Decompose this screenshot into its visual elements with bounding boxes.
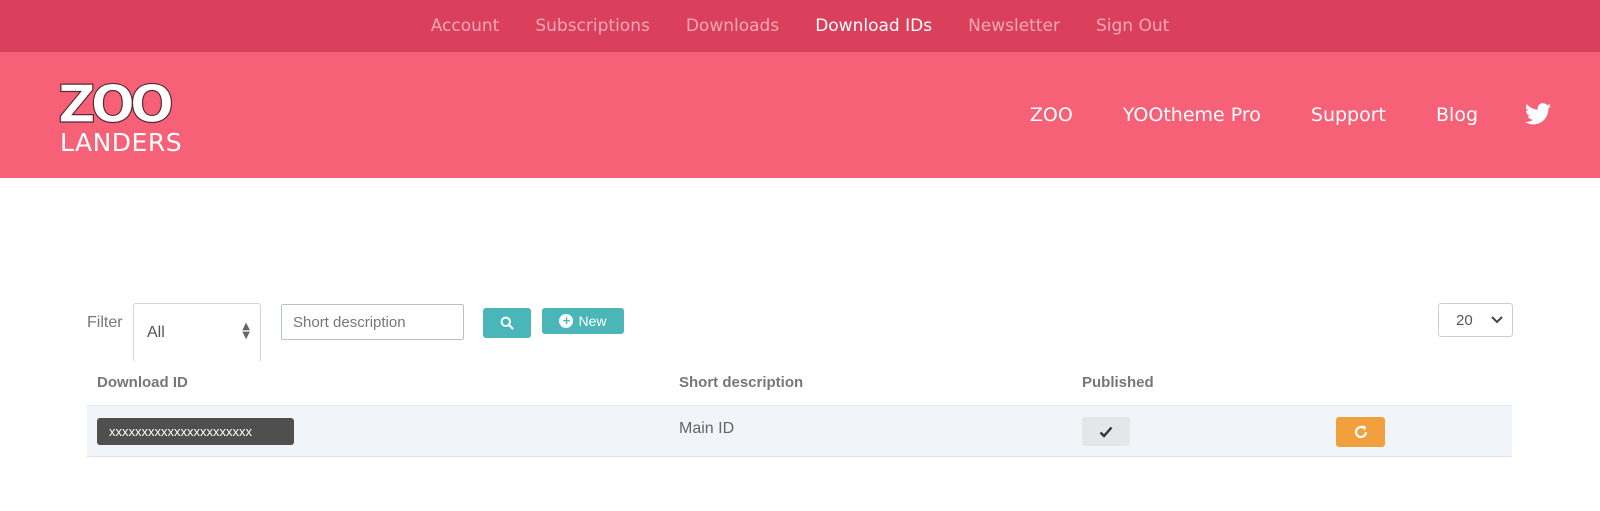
nav-sign-out[interactable]: Sign Out bbox=[1096, 16, 1169, 36]
download-id-value[interactable]: xxxxxxxxxxxxxxxxxxxxxx bbox=[97, 418, 294, 445]
search-input[interactable] bbox=[281, 304, 464, 340]
filter-select-value: All bbox=[147, 324, 165, 341]
column-published[interactable]: Published bbox=[1082, 374, 1154, 391]
table-header: Download ID Short description Published bbox=[87, 362, 1512, 406]
nav-download-ids[interactable]: Download IDs bbox=[815, 16, 932, 36]
logo-text-top: ZOO bbox=[58, 75, 172, 135]
account-nav: Account Subscriptions Downloads Download… bbox=[0, 0, 1600, 52]
search-button[interactable] bbox=[483, 308, 531, 338]
main-nav-zoo[interactable]: ZOO bbox=[1030, 104, 1073, 126]
download-ids-table: Download ID Short description Published … bbox=[87, 362, 1512, 457]
table-row: xxxxxxxxxxxxxxxxxxxxxx Main ID bbox=[87, 406, 1512, 457]
nav-subscriptions[interactable]: Subscriptions bbox=[535, 16, 649, 36]
published-toggle[interactable] bbox=[1082, 417, 1130, 446]
column-download-id[interactable]: Download ID bbox=[97, 374, 188, 391]
filter-select[interactable]: All ▲ ▼ bbox=[133, 303, 261, 361]
plus-circle-icon: + bbox=[559, 314, 574, 328]
regenerate-button[interactable] bbox=[1336, 417, 1385, 447]
search-icon bbox=[500, 316, 514, 330]
main-nav-support[interactable]: Support bbox=[1311, 104, 1386, 126]
column-short-description[interactable]: Short description bbox=[679, 374, 803, 391]
main-nav-yootheme-pro[interactable]: YOOtheme Pro bbox=[1123, 104, 1261, 126]
twitter-icon[interactable] bbox=[1525, 103, 1551, 125]
new-button[interactable]: + New bbox=[542, 308, 624, 334]
main-nav: ZOO YOOtheme Pro Support Blog bbox=[1030, 52, 1600, 178]
zoolanders-logo[interactable]: ZOO LANDERS bbox=[58, 74, 193, 156]
list-limit-select[interactable]: 20 bbox=[1438, 303, 1513, 337]
main-nav-blog[interactable]: Blog bbox=[1436, 104, 1478, 126]
filter-label: Filter bbox=[87, 314, 123, 331]
filter-toolbar: Filter All ▲▼ + New 20 bbox=[87, 302, 1513, 362]
logo-text-bottom: LANDERS bbox=[60, 128, 182, 156]
refresh-icon bbox=[1354, 425, 1367, 439]
site-header: ZOO LANDERS ZOO YOOtheme Pro Support Blo… bbox=[0, 52, 1600, 178]
select-arrows-icon: ▲ ▼ bbox=[242, 321, 250, 341]
check-icon bbox=[1099, 426, 1113, 438]
top-bar: Account Subscriptions Downloads Download… bbox=[0, 0, 1600, 52]
nav-newsletter[interactable]: Newsletter bbox=[968, 16, 1060, 36]
nav-downloads[interactable]: Downloads bbox=[686, 16, 779, 36]
nav-account[interactable]: Account bbox=[431, 16, 500, 36]
chevron-down-icon bbox=[1491, 316, 1503, 324]
new-button-label: New bbox=[578, 313, 607, 329]
short-description-value: Main ID bbox=[679, 420, 735, 437]
list-limit-value: 20 bbox=[1456, 312, 1473, 329]
